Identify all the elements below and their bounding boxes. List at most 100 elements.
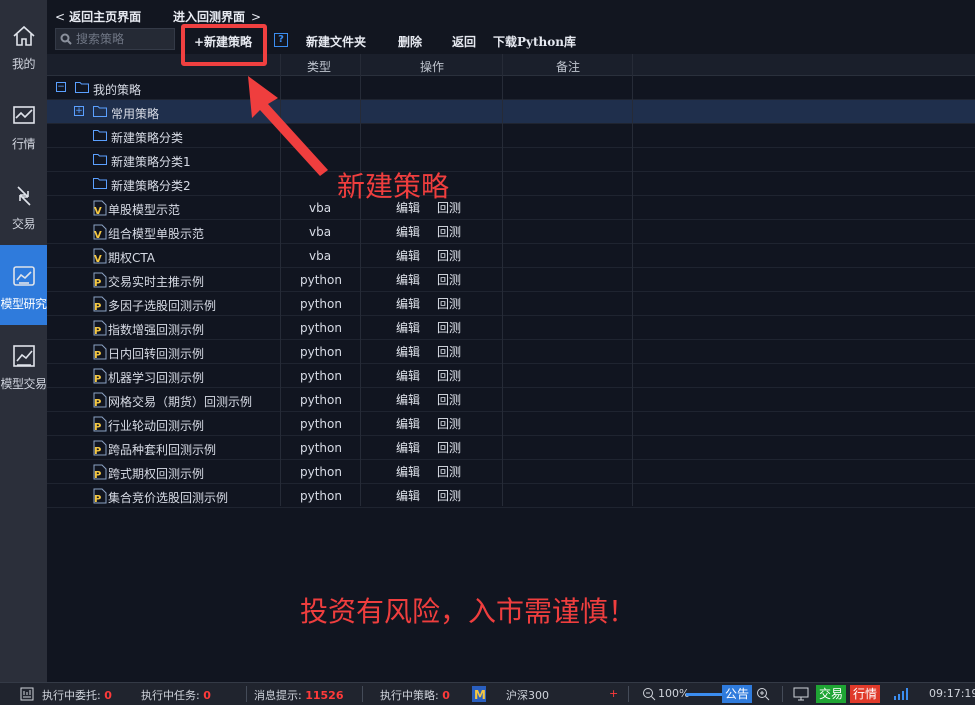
zoom-slider[interactable] — [686, 693, 724, 696]
table-row[interactable]: P 跨品种套利回测示例 python 编辑 回测 — [47, 436, 975, 460]
python-file-icon: P — [93, 320, 107, 337]
table-row[interactable]: P 行业轮动回测示例 python 编辑 回测 — [47, 412, 975, 436]
backtest-button[interactable]: 回测 — [437, 391, 461, 408]
message-label: 消息提示: — [254, 689, 302, 702]
backtest-button[interactable]: 回测 — [437, 415, 461, 432]
sidebar-item-model-research[interactable]: 模型研究 — [0, 245, 47, 325]
m-logo-icon[interactable]: M — [472, 686, 486, 702]
backtest-button[interactable]: 回测 — [437, 439, 461, 456]
entrust-label: 执行中委托: — [42, 689, 101, 702]
strategy-name: 行业轮动回测示例 — [108, 419, 205, 433]
backtest-button[interactable]: 回测 — [437, 223, 461, 240]
strategy-type: vba — [309, 201, 332, 215]
calculator-icon[interactable] — [20, 687, 34, 701]
svg-text:P: P — [94, 470, 101, 480]
index-ticker[interactable]: 沪深300 — [506, 687, 549, 703]
edit-button[interactable]: 编辑 — [396, 223, 420, 240]
backtest-button[interactable]: 回测 — [437, 319, 461, 336]
sidebar-item-mine[interactable]: 我的 — [0, 5, 47, 85]
backtest-button[interactable]: 回测 — [437, 487, 461, 504]
monitor-icon[interactable] — [793, 687, 809, 701]
status-divider — [362, 686, 363, 702]
zoom-out-icon[interactable] — [642, 687, 656, 701]
message-status[interactable]: 消息提示: 11526 — [254, 687, 344, 703]
backtest-button[interactable]: 回测 — [437, 295, 461, 312]
column-divider — [632, 54, 633, 506]
edit-button[interactable]: 编辑 — [396, 367, 420, 384]
zoom-in-icon[interactable] — [756, 687, 770, 701]
backtest-button[interactable]: 回测 — [437, 247, 461, 264]
table-row[interactable]: P 指数增强回测示例 python 编辑 回测 — [47, 316, 975, 340]
table-row[interactable]: P 集合竞价选股回测示例 python 编辑 回测 — [47, 484, 975, 508]
sidebar-item-model-trade[interactable]: 模型交易 — [0, 325, 47, 405]
python-file-icon: P — [93, 392, 107, 409]
search-box[interactable] — [55, 28, 175, 50]
message-count: 11526 — [305, 689, 344, 702]
back-button[interactable]: 返回 — [452, 33, 476, 50]
svg-text:P: P — [94, 326, 101, 336]
strategy-type: python — [300, 441, 342, 455]
svg-text:V: V — [94, 206, 102, 216]
python-file-icon: P — [93, 368, 107, 385]
backtest-button[interactable]: 回测 — [437, 367, 461, 384]
svg-text:P: P — [94, 398, 101, 408]
status-divider — [246, 686, 247, 702]
edit-button[interactable]: 编辑 — [396, 319, 420, 336]
edit-button[interactable]: 编辑 — [396, 295, 420, 312]
table-row[interactable]: P 交易实时主推示例 python 编辑 回测 — [47, 268, 975, 292]
edit-button[interactable]: 编辑 — [396, 391, 420, 408]
edit-button[interactable]: 编辑 — [396, 439, 420, 456]
table-row[interactable]: V 单股模型示范 vba 编辑 回测 — [47, 196, 975, 220]
chevron-left-icon: < — [55, 10, 66, 24]
vba-file-icon: V — [93, 248, 107, 265]
edit-button[interactable]: 编辑 — [396, 487, 420, 504]
enter-backtest-link[interactable]: 进入回测界面 > — [173, 8, 265, 25]
strategy-name: 指数增强回测示例 — [108, 323, 205, 337]
strategy-type: python — [300, 369, 342, 383]
chart-icon — [12, 106, 35, 124]
tree-toggle-icon[interactable]: + — [74, 106, 84, 116]
backtest-button[interactable]: 回测 — [437, 271, 461, 288]
trade-badge-button[interactable]: 交易 — [816, 685, 847, 703]
table-row[interactable]: 新建策略分类2 — [47, 172, 975, 196]
status-divider — [628, 686, 629, 702]
table-row[interactable]: P 跨式期权回测示例 python 编辑 回测 — [47, 460, 975, 484]
delete-button[interactable]: 删除 — [398, 33, 422, 50]
exchange-icon — [16, 186, 31, 206]
edit-button[interactable]: 编辑 — [396, 247, 420, 264]
back-home-link[interactable]: < 返回主页界面 — [55, 8, 141, 25]
edit-button[interactable]: 编辑 — [396, 343, 420, 360]
table-row[interactable]: P 机器学习回测示例 python 编辑 回测 — [47, 364, 975, 388]
table-body: − 我的策略 + 常用策略 新建策略分类 新建策略分类1 新建策略分类2 V 单股模型示范 vba… — [47, 76, 975, 508]
backtest-button[interactable]: 回测 — [437, 463, 461, 480]
sidebar-item-market[interactable]: 行情 — [0, 85, 47, 165]
strategy-name: 单股模型示范 — [108, 203, 181, 217]
column-divider — [502, 54, 503, 506]
sidebar-item-trade[interactable]: 交易 — [0, 165, 47, 245]
folder-icon — [93, 105, 107, 117]
tree-toggle-icon[interactable]: − — [56, 82, 66, 92]
table-row[interactable]: + 常用策略 — [47, 100, 975, 124]
edit-button[interactable]: 编辑 — [396, 415, 420, 432]
add-ticker-button[interactable]: + — [609, 687, 618, 700]
edit-button[interactable]: 编辑 — [396, 463, 420, 480]
table-row[interactable]: P 多因子选股回测示例 python 编辑 回测 — [47, 292, 975, 316]
table-row[interactable]: P 网格交易（期货）回测示例 python 编辑 回测 — [47, 388, 975, 412]
table-row[interactable]: V 组合模型单股示范 vba 编辑 回测 — [47, 220, 975, 244]
table-row[interactable]: P 日内回转回测示例 python 编辑 回测 — [47, 340, 975, 364]
download-python-button[interactable]: 下载Python库 — [493, 33, 576, 50]
quote-badge-button[interactable]: 行情 — [850, 685, 881, 703]
notice-button[interactable]: 公告 — [722, 685, 753, 703]
column-header-note: 备注 — [556, 60, 581, 74]
strategy-type: python — [300, 273, 342, 287]
svg-text:V: V — [94, 254, 102, 264]
backtest-button[interactable]: 回测 — [437, 343, 461, 360]
new-folder-button[interactable]: 新建文件夹 — [306, 33, 366, 50]
edit-button[interactable]: 编辑 — [396, 271, 420, 288]
help-icon[interactable]: ? — [274, 33, 288, 47]
table-row[interactable]: 新建策略分类1 — [47, 148, 975, 172]
search-input[interactable] — [76, 32, 172, 46]
table-row[interactable]: − 我的策略 — [47, 76, 975, 100]
table-row[interactable]: 新建策略分类 — [47, 124, 975, 148]
table-row[interactable]: V 期权CTA vba 编辑 回测 — [47, 244, 975, 268]
